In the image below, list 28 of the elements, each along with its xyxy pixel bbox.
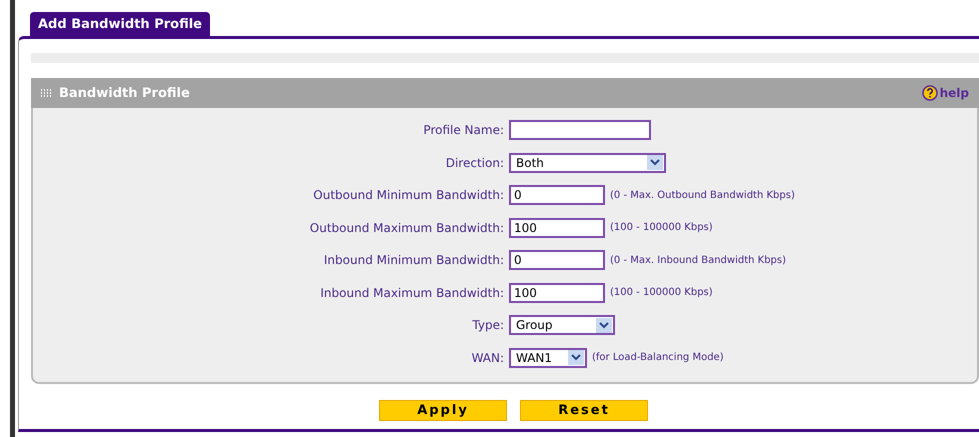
section-title: Bandwidth Profile	[59, 86, 191, 100]
field-label: Outbound Maximum Bandwidth:	[308, 220, 505, 235]
dropdown[interactable]: WAN1	[509, 348, 587, 368]
grid-icon	[41, 89, 51, 97]
field-hint: (100 - 100000 Kbps)	[610, 222, 713, 234]
field-label: Outbound Minimum Bandwidth:	[312, 188, 505, 202]
field-label: Direction:	[444, 156, 505, 170]
help-icon	[922, 85, 938, 101]
field-hint: (0 - Max. Inbound Bandwidth Kbps)	[610, 254, 786, 266]
field-label: Inbound Minimum Bandwidth:	[322, 253, 505, 268]
dropdown[interactable]: Group	[509, 315, 615, 336]
field-label: Profile Name:	[422, 123, 505, 138]
input-field[interactable]: 0	[509, 185, 605, 206]
field-label: WAN:	[470, 350, 505, 365]
field-label: Inbound Maximum Bandwidth:	[319, 286, 505, 300]
help-link[interactable]: help	[922, 85, 969, 101]
input-field[interactable]: 0	[509, 250, 605, 270]
dropdown[interactable]: Both	[509, 152, 666, 173]
add-bandwidth-profile-tab[interactable]: Add Bandwidth Profile	[30, 12, 210, 36]
apply-button[interactable]: Apply	[379, 400, 507, 421]
input-field[interactable]: 100	[509, 282, 605, 303]
input-field[interactable]	[509, 120, 651, 140]
reset-button[interactable]: Reset	[520, 400, 648, 421]
field-hint: (0 - Max. Outbound Bandwidth Kbps)	[610, 190, 795, 201]
field-label: Type:	[471, 318, 505, 332]
input-field[interactable]: 100	[509, 218, 605, 238]
field-hint: (100 - 100000 Kbps)	[610, 287, 713, 298]
field-hint: (for Load-Balancing Mode)	[592, 352, 724, 364]
